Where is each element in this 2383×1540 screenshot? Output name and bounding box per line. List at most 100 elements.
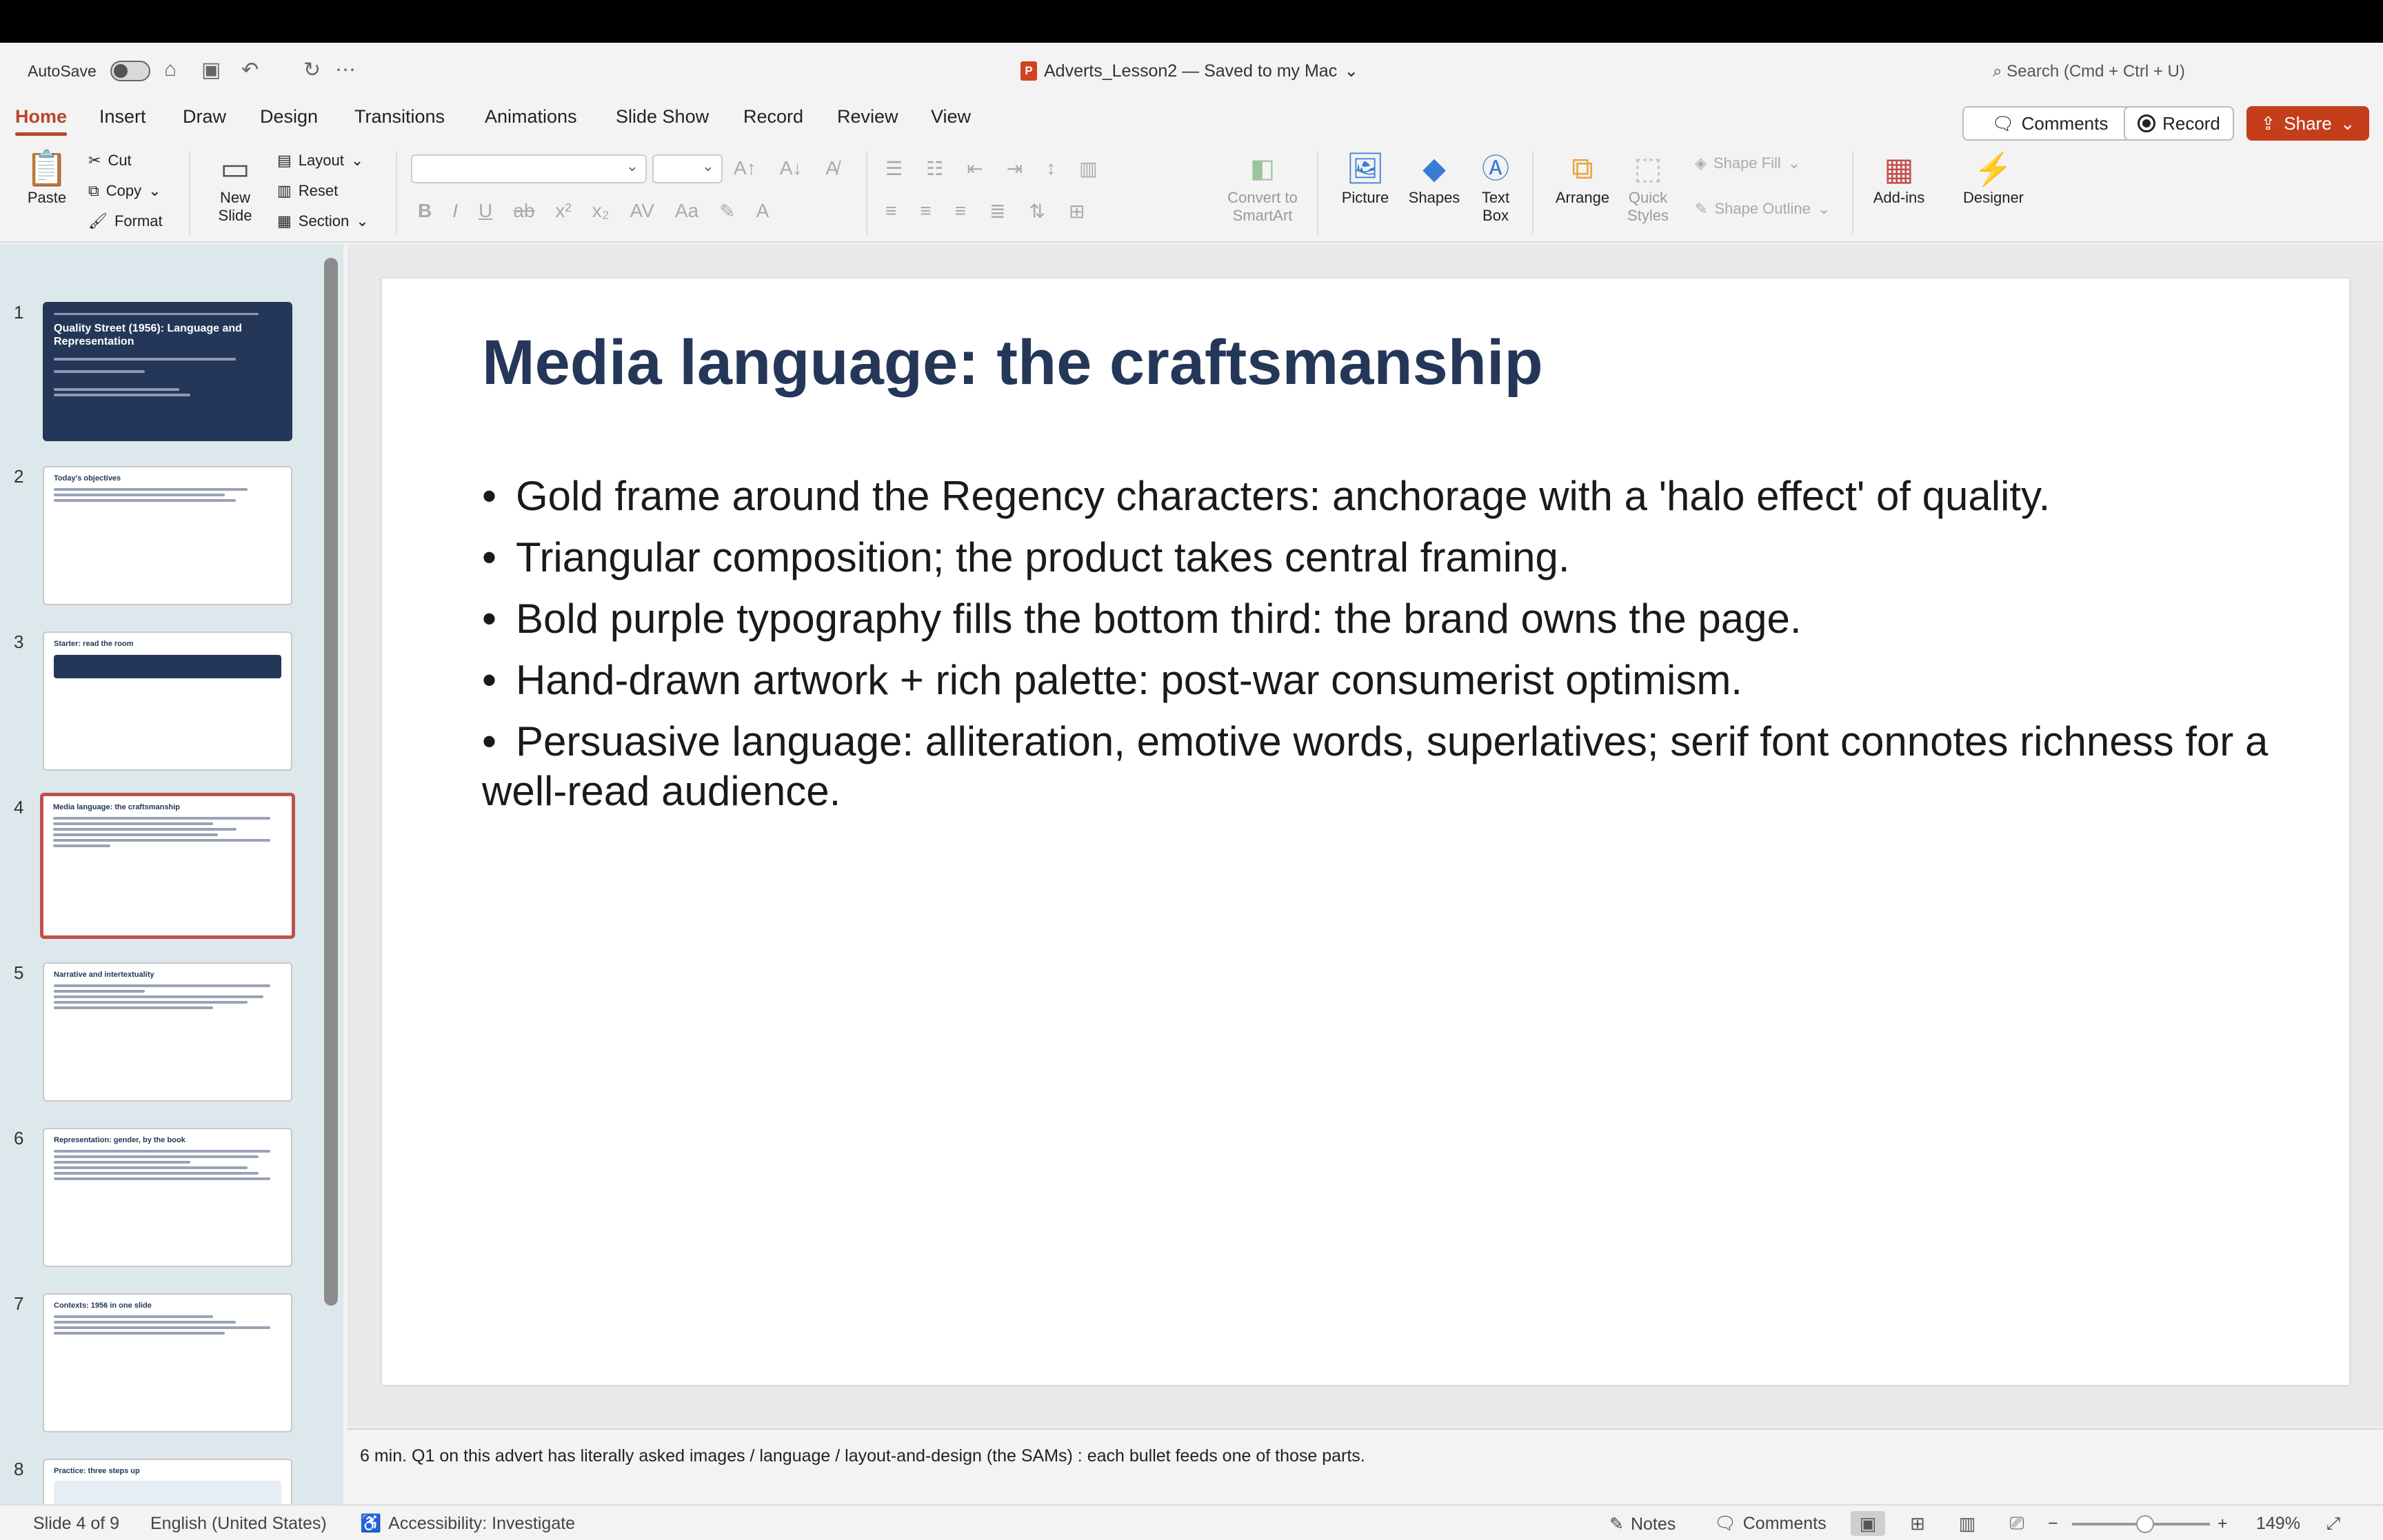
zoom-out-icon[interactable]: − (2048, 1514, 2058, 1534)
slide-thumbnail-3[interactable]: Starter: read the room (43, 631, 292, 771)
bullets-icon[interactable]: ☰ (885, 157, 903, 180)
notes-toggle[interactable]: ✎ Notes (1609, 1514, 1676, 1534)
tab-design[interactable]: Design (260, 106, 318, 128)
reset-button[interactable]: ▥ Reset (277, 182, 338, 200)
record-button[interactable]: Record (2124, 106, 2234, 141)
subscript-icon[interactable]: x₂ (592, 200, 610, 223)
slide-thumbnail-1[interactable]: Quality Street (1956): Language and Repr… (43, 302, 292, 441)
slide-canvas[interactable]: Media language: the craftsmanship Gold f… (382, 278, 2349, 1385)
tab-view[interactable]: View (931, 106, 971, 128)
bold-icon[interactable]: B (418, 200, 432, 223)
tab-draw[interactable]: Draw (183, 106, 226, 128)
underline-icon[interactable]: U (479, 200, 492, 223)
char-spacing-icon[interactable]: AV (630, 200, 654, 223)
thumbnail-scrollbar[interactable] (324, 258, 338, 1306)
record-icon (2138, 114, 2156, 132)
home-icon[interactable]: ⌂ (164, 58, 177, 81)
superscript-icon[interactable]: x² (555, 200, 571, 223)
document-title[interactable]: P Adverts_Lesson2 — Saved to my Mac ⌄ (1020, 61, 1358, 81)
strikethrough-icon[interactable]: ab (513, 200, 534, 223)
decrease-font-icon[interactable]: A↓ (780, 157, 803, 179)
text-direction-icon[interactable]: ⇅ (1029, 200, 1045, 223)
search-field[interactable]: ⌕ Search (Cmd + Ctrl + U) (1993, 62, 2185, 81)
normal-view-icon[interactable]: ▣ (1851, 1511, 1885, 1536)
speaker-notes-text[interactable]: 6 min. Q1 on this advert has literally a… (360, 1446, 1365, 1466)
reading-view-icon[interactable]: ▥ (1950, 1511, 1984, 1536)
bullet-list[interactable]: Gold frame around the Regency characters… (482, 472, 2275, 828)
justify-icon[interactable]: ≣ (989, 200, 1005, 223)
more-icon[interactable]: ⋯ (335, 58, 356, 82)
redo-icon[interactable]: ↻ (303, 58, 321, 82)
slide-thumbnail-2[interactable]: Today's objectives (43, 466, 292, 605)
line-spacing-icon[interactable]: ↕ (1046, 157, 1056, 180)
increase-font-icon[interactable]: A↑ (734, 157, 756, 179)
zoom-slider-knob[interactable] (2136, 1515, 2154, 1533)
tab-slide-show[interactable]: Slide Show (616, 106, 709, 128)
thumb-text-line (54, 1326, 270, 1329)
slide-thumbnail-4[interactable]: Media language: the craftsmanship (40, 793, 295, 939)
zoom-in-icon[interactable]: + (2218, 1514, 2228, 1534)
bullet-item: Persuasive language: alliteration, emoti… (482, 717, 2275, 816)
clear-format-icon[interactable]: A̸ (825, 157, 838, 179)
italic-icon[interactable]: I (452, 200, 458, 223)
slide-thumbnail-6[interactable]: Representation: gender, by the book (43, 1128, 292, 1267)
section-button[interactable]: ▦ Section ⌄ (277, 212, 369, 230)
tab-transitions[interactable]: Transitions (354, 106, 445, 128)
highlight-icon[interactable]: ✎ (719, 200, 735, 223)
undo-icon[interactable]: ↶ (241, 58, 259, 82)
text-box-button[interactable]: Ⓐ Text Box (1471, 149, 1520, 225)
paste-button[interactable]: 📋 Paste (18, 148, 76, 207)
align-text-icon[interactable]: ⊞ (1069, 200, 1085, 223)
format-painter-button[interactable]: 🖌 Format (88, 212, 163, 230)
layout-button[interactable]: ▤ Layout ⌄ (277, 152, 363, 170)
font-family-select[interactable] (411, 154, 647, 183)
tab-review[interactable]: Review (837, 106, 898, 128)
tab-animations[interactable]: Animations (485, 106, 577, 128)
tab-insert[interactable]: Insert (99, 106, 146, 128)
arrange-button[interactable]: ⧉ Arrange (1545, 149, 1620, 207)
powerpoint-window: AutoSave ⌂ ▣ ↶ ↻ ⋯ P Adverts_Lesson2 — S… (0, 43, 2383, 1540)
slide-thumbnail-8[interactable]: Practice: three steps up (43, 1459, 292, 1504)
tab-record[interactable]: Record (743, 106, 803, 128)
notes-icon: ✎ (1609, 1514, 1624, 1534)
zoom-level[interactable]: 149% (2256, 1514, 2300, 1534)
shape-outline-button[interactable]: ✎ Shape Outline ⌄ (1695, 200, 1830, 218)
comments-button[interactable]: 🗨 Comments (1962, 106, 2138, 141)
slide-title[interactable]: Media language: the craftsmanship (482, 327, 1543, 399)
increase-indent-icon[interactable]: ⇥ (1007, 157, 1023, 180)
comments-toggle[interactable]: 🗨 Comments (1714, 1514, 1827, 1534)
presenter-view-icon[interactable]: ⎚ (2000, 1511, 2034, 1536)
slide-sorter-icon[interactable]: ⊞ (1900, 1511, 1935, 1536)
share-button[interactable]: ⇪ Share ⌄ (2246, 106, 2369, 141)
quick-styles-button[interactable]: ⬚ Quick Styles (1613, 149, 1682, 225)
convert-smartart-button[interactable]: ◧ Convert to SmartArt (1218, 149, 1307, 225)
picture-button[interactable]: 🖼 Picture (1331, 149, 1400, 207)
shapes-button[interactable]: ◆ Shapes (1400, 149, 1469, 207)
autosave-control[interactable]: AutoSave (28, 61, 150, 81)
tab-home[interactable]: Home (15, 106, 68, 136)
slide-thumbnail-5[interactable]: Narrative and intertextuality (43, 962, 292, 1102)
align-left-icon[interactable]: ≡ (885, 200, 896, 223)
font-color-icon[interactable]: A (756, 200, 770, 223)
save-icon[interactable]: ▣ (201, 58, 221, 82)
speaker-notes-pane[interactable]: 6 min. Q1 on this advert has literally a… (348, 1428, 2383, 1504)
thumb-text-line (53, 817, 271, 820)
font-size-select[interactable] (652, 154, 723, 183)
add-ins-button[interactable]: ▦ Add-ins (1864, 149, 1933, 207)
autosave-toggle[interactable] (110, 61, 150, 81)
language-status[interactable]: English (United States) (150, 1514, 327, 1534)
cut-button[interactable]: ✂ Cut (88, 152, 132, 170)
decrease-indent-icon[interactable]: ⇤ (967, 157, 983, 180)
copy-button[interactable]: ⧉ Copy ⌄ (88, 182, 161, 200)
fit-to-window-icon[interactable]: ⤢ (2326, 1514, 2340, 1534)
numbering-icon[interactable]: ☷ (926, 157, 943, 180)
align-right-icon[interactable]: ≡ (955, 200, 966, 223)
slide-thumbnail-7[interactable]: Contexts: 1956 in one slide (43, 1293, 292, 1432)
accessibility-status[interactable]: ♿ Accessibility: Investigate (360, 1514, 575, 1534)
columns-icon[interactable]: ▥ (1079, 157, 1097, 180)
designer-button[interactable]: ⚡ Designer (1955, 149, 2031, 207)
change-case-icon[interactable]: Aa (675, 200, 698, 223)
shape-fill-button[interactable]: ◈ Shape Fill ⌄ (1695, 154, 1800, 172)
align-center-icon[interactable]: ≡ (920, 200, 931, 223)
new-slide-button[interactable]: ▭ New Slide (204, 148, 266, 225)
